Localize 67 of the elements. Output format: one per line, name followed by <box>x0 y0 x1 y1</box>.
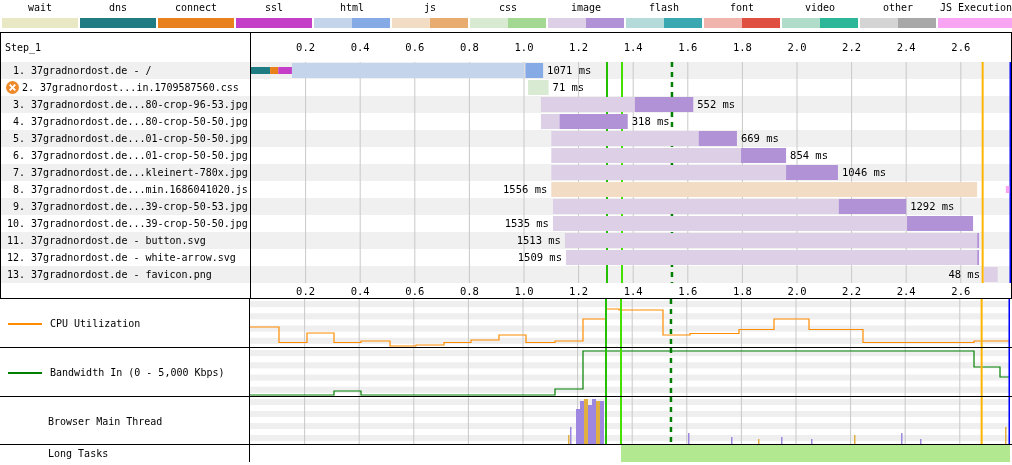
axis-tick-label: 1.2 <box>569 285 589 297</box>
panel-label: Long Tasks <box>48 448 109 459</box>
axis-tick-label: 0.4 <box>350 41 370 53</box>
axis-tick-label: 2.0 <box>787 41 807 53</box>
axis-tick-label: 1.4 <box>623 285 643 297</box>
duration-label: 1535 ms <box>504 217 549 229</box>
panel-label: CPU Utilization <box>50 318 141 329</box>
dns-bar <box>251 67 271 74</box>
legend-label: ssl <box>264 2 284 14</box>
duration-label: 669 ms <box>740 132 779 144</box>
axis-tick-label: 1.4 <box>623 41 643 53</box>
axis-tick-label: 2.2 <box>842 41 862 53</box>
connect-bar <box>270 67 279 74</box>
axis-tick-label: 0.2 <box>296 285 316 297</box>
legend-label: font <box>729 2 755 14</box>
axis-tick-label: 1.0 <box>514 41 534 53</box>
duration-label: 1513 ms <box>516 234 561 246</box>
axis-tick-label: 2.6 <box>951 285 971 297</box>
legend-label: wait <box>27 2 53 14</box>
axis-tick-label: 0.2 <box>296 41 316 53</box>
duration-label: 71 ms <box>552 81 585 93</box>
legend-label: image <box>570 2 602 14</box>
axis-tick-label: 2.4 <box>896 285 916 297</box>
request-url-label[interactable]: 12. 37gradnordost.de - white-arrow.svg <box>7 252 236 263</box>
axis-tick-label: 0.6 <box>405 285 425 297</box>
axis-tick-label: 2.6 <box>951 41 971 53</box>
axis-tick-label: 0.8 <box>459 41 479 53</box>
legend-label: JS Execution <box>939 2 1012 14</box>
axis-tick-label: 2.0 <box>787 285 807 297</box>
axis-tick-label: 1.0 <box>514 285 534 297</box>
axis-tick-label: 1.6 <box>678 41 698 53</box>
duration-label: 318 ms <box>631 115 670 127</box>
request-url-label[interactable]: 4. 37gradnordost.de...80-crop-50-50.jpg <box>13 116 248 127</box>
step-label: Step_1 <box>5 42 42 53</box>
duration-label: 1292 ms <box>910 200 955 212</box>
panel-label: Bandwidth In (0 - 5,000 Kbps) <box>50 367 225 378</box>
legend-label: flash <box>648 2 680 14</box>
axis-tick-label: 1.6 <box>678 285 698 297</box>
ssl-bar <box>278 67 292 74</box>
panel-label: Browser Main Thread <box>48 415 163 427</box>
axis-tick-label: 0.4 <box>350 285 370 297</box>
request-url-label[interactable]: 8. 37gradnordost.de...min.1686041020.js <box>13 184 248 195</box>
duration-label: 1071 ms <box>547 64 592 76</box>
legend-label: dns <box>108 2 128 14</box>
duration-label: 552 ms <box>697 98 736 110</box>
axis-tick-label: 0.6 <box>405 41 425 53</box>
axis-tick-label: 1.2 <box>569 41 589 53</box>
request-url-label[interactable]: 10. 37gradnordost.de...39-crop-50-50.jpg <box>7 218 248 229</box>
legend-label: other <box>882 2 914 14</box>
js-execution-mark <box>1005 186 1010 193</box>
duration-label: 854 ms <box>790 149 828 161</box>
axis-tick-label: 1.8 <box>732 285 752 297</box>
legend-label: css <box>498 2 518 14</box>
axis-tick-label: 2.2 <box>842 285 862 297</box>
duration-label: 1556 ms <box>503 183 548 195</box>
request-url-label[interactable]: 2. 37gradnordost...in.1709587560.css <box>22 82 239 93</box>
axis-tick-label: 0.8 <box>459 285 479 297</box>
legend-label: html <box>339 2 365 14</box>
legend-label: connect <box>174 2 218 14</box>
duration-label: 1509 ms <box>517 251 563 263</box>
legend-label: js <box>423 2 436 14</box>
axis-tick-label: 1.8 <box>732 41 752 53</box>
axis-tick-label: 2.4 <box>896 41 916 53</box>
request-url-label[interactable]: 6. 37gradnordost.de...01-crop-50-50.jpg <box>13 150 248 161</box>
duration-label: 48 ms <box>948 268 980 280</box>
duration-label: 1046 ms <box>841 166 887 178</box>
legend-label: video <box>804 2 836 14</box>
